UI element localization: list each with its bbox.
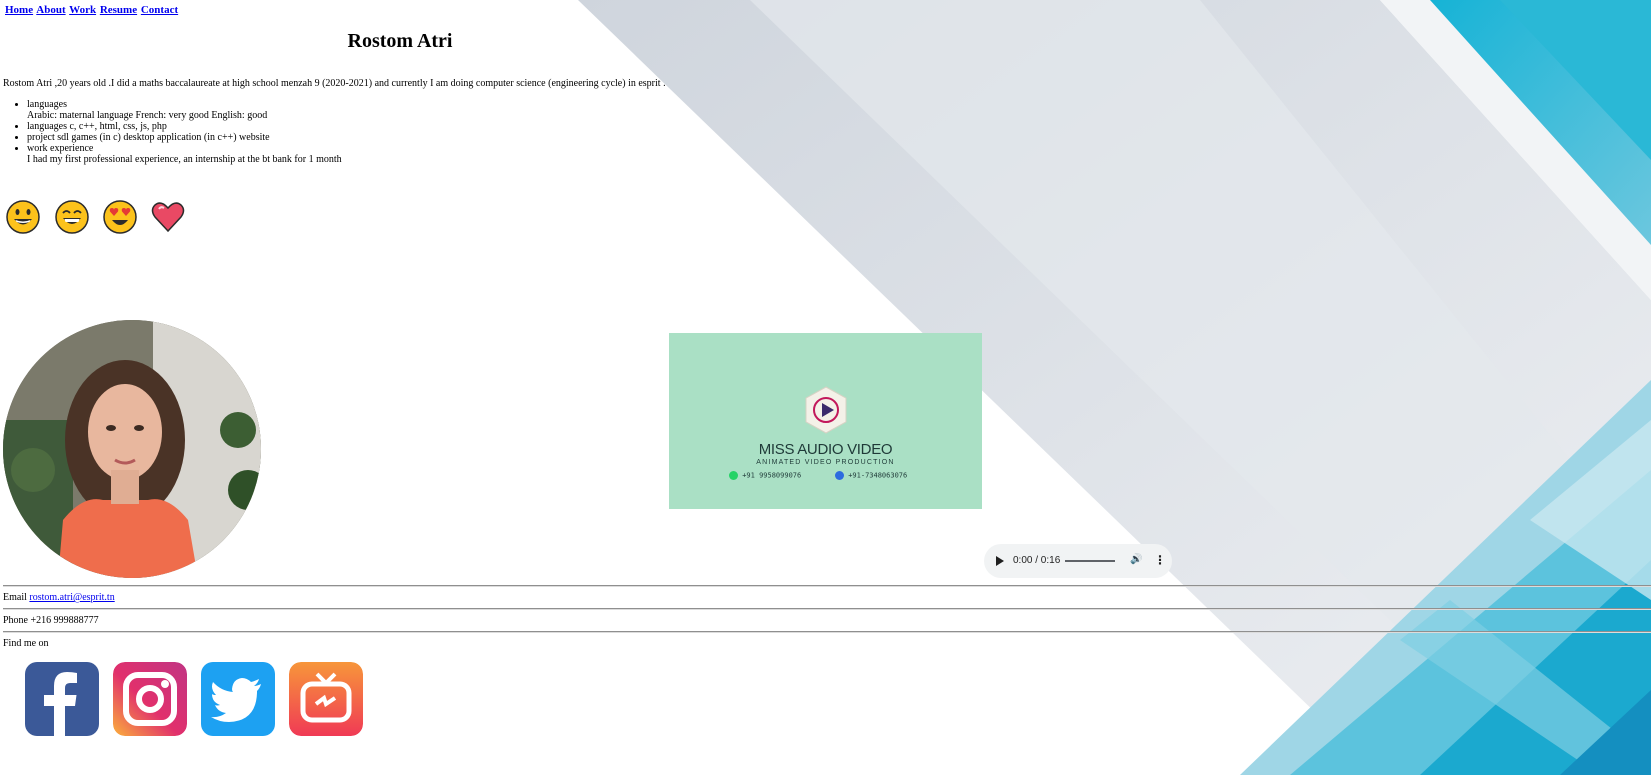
phone-label: Phone	[3, 615, 28, 626]
list-item: project sdl games (in c) desktop applica…	[27, 132, 342, 143]
volume-icon[interactable]: 🔊	[1130, 554, 1142, 565]
list-item: languages c, c++, html, css, js, php	[27, 121, 342, 132]
phone-line: Phone +216 999888777	[3, 615, 99, 626]
video-player[interactable]: MISS AUDIO VIDEO ANIMATED VIDEO PRODUCTI…	[669, 333, 982, 509]
audio-progress-slider[interactable]	[1065, 560, 1115, 562]
facebook-icon[interactable]	[25, 662, 99, 736]
twitter-icon[interactable]	[201, 662, 275, 736]
divider	[3, 585, 1651, 587]
top-nav: Home About Work Resume Contact	[5, 4, 179, 16]
phone-number: +216 999888777	[30, 615, 99, 626]
video-phone-whatsapp: +91 9958099076	[729, 471, 801, 480]
portrait-image	[3, 320, 261, 578]
divider	[3, 608, 1651, 610]
play-icon[interactable]	[996, 556, 1004, 566]
heart-eyes-face-icon	[103, 200, 137, 234]
nav-home-link[interactable]: Home	[5, 4, 33, 16]
skill-detail: Arabic: maternal language French: very g…	[27, 110, 268, 121]
profile-photo	[3, 320, 261, 578]
heart-icon	[151, 202, 185, 233]
nav-contact-link[interactable]: Contact	[141, 4, 178, 16]
grinning-face-icon	[6, 200, 40, 234]
email-line: Email rostom.atri@esprit.tn	[3, 592, 115, 603]
divider	[3, 631, 1651, 633]
nav-resume-link[interactable]: Resume	[100, 4, 137, 16]
list-item: languages Arabic: maternal language Fren…	[27, 99, 342, 121]
video-phone-call: +91-7348063076	[835, 471, 907, 480]
instagram-icon[interactable]	[113, 662, 187, 736]
page-title: Rostom Atri	[347, 30, 453, 52]
video-tagline: ANIMATED VIDEO PRODUCTION	[756, 459, 895, 466]
find-me-label: Find me on	[3, 638, 49, 649]
beaming-face-icon	[55, 200, 89, 234]
nav-about-link[interactable]: About	[36, 4, 65, 16]
audio-player: 0:00 / 0:16 🔊 ⋮	[984, 544, 1172, 578]
skill-title: languages	[27, 99, 67, 110]
call-number: +91-7348063076	[848, 471, 908, 480]
email-link[interactable]: rostom.atri@esprit.tn	[29, 592, 114, 603]
email-label: Email	[3, 592, 27, 603]
skill-detail: I had my first professional experience, …	[27, 154, 342, 165]
video-brand: MISS AUDIO VIDEO	[758, 441, 893, 458]
play-logo-icon	[805, 386, 847, 434]
skills-list: languages Arabic: maternal language Fren…	[3, 99, 342, 165]
skill-title: work experience	[27, 143, 94, 154]
intro-text: Rostom Atri ,20 years old .I did a maths…	[3, 78, 666, 89]
phone-icon	[835, 471, 844, 480]
nav-work-link[interactable]: Work	[69, 4, 96, 16]
whatsapp-icon	[729, 471, 738, 480]
audio-time: 0:00 / 0:16	[1013, 555, 1061, 566]
list-item: work experience I had my first professio…	[27, 143, 342, 165]
whatsapp-number: +91 9958099076	[742, 471, 802, 480]
skill-title: languages c, c++, html, css, js, php	[27, 121, 167, 132]
skill-title: project sdl games (in c) desktop applica…	[27, 132, 270, 143]
igtv-icon[interactable]	[289, 662, 363, 736]
more-options-icon[interactable]: ⋮	[1154, 553, 1166, 567]
